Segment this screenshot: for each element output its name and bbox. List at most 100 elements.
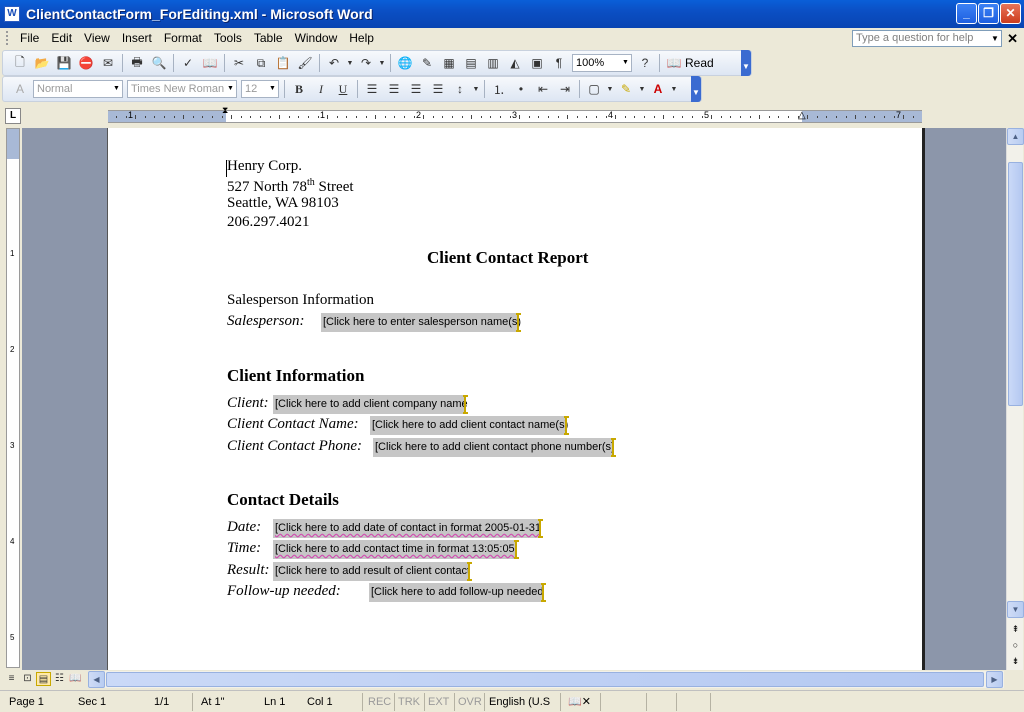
company-city[interactable]: Seattle, WA 98103 <box>227 195 339 212</box>
menu-window[interactable]: Window <box>289 28 344 48</box>
insert-excel-icon[interactable]: ▤ <box>461 53 481 73</box>
maximize-button[interactable]: ❐ <box>978 3 999 24</box>
tab-stop-selector[interactable]: L <box>5 108 21 124</box>
bullets-icon[interactable]: • <box>511 79 531 99</box>
line-spacing-icon[interactable]: ↕ <box>450 79 470 99</box>
report-title[interactable]: Client Contact Report <box>427 248 588 268</box>
reading-layout-view-icon[interactable]: 📖 <box>68 672 83 686</box>
font-color-icon[interactable]: A <box>648 79 668 99</box>
open-folder-icon[interactable]: 📂 <box>32 53 52 73</box>
details-section-heading[interactable]: Contact Details <box>227 490 339 510</box>
status-at[interactable]: At 1" <box>201 694 224 710</box>
print-icon[interactable]: 🖶 <box>127 53 147 73</box>
menu-format[interactable]: Format <box>158 28 208 48</box>
tables-borders-icon[interactable]: ✎ <box>417 53 437 73</box>
undo-dropdown-icon[interactable]: ▼ <box>346 53 354 73</box>
justify-icon[interactable]: ☰ <box>428 79 448 99</box>
scroll-up-icon[interactable]: ▲ <box>1007 128 1024 145</box>
company-phone[interactable]: 206.297.4021 <box>227 214 310 231</box>
read-book-icon[interactable]: 📖 <box>664 53 684 73</box>
horizontal-ruler[interactable]: 1 1 2 3 4 5 7 ⧗ △ <box>108 105 922 123</box>
menu-table[interactable]: Table <box>248 28 289 48</box>
status-trk[interactable]: TRK <box>398 694 420 710</box>
menu-grip[interactable] <box>6 31 10 45</box>
status-line[interactable]: Ln 1 <box>264 694 285 710</box>
right-indent-marker[interactable]: △ <box>798 110 806 121</box>
zoom-select[interactable]: 100% ▼ <box>572 54 632 72</box>
print-layout-view-icon[interactable]: ▤ <box>36 672 51 686</box>
status-section[interactable]: Sec 1 <box>78 694 106 710</box>
company-address[interactable]: 527 North 78th Street <box>227 177 354 196</box>
toolbar-options-icon[interactable]: ▼ <box>691 76 701 102</box>
redo-dropdown-icon[interactable]: ▼ <box>378 53 386 73</box>
align-right-icon[interactable]: ☰ <box>406 79 426 99</box>
contact-result-field[interactable]: [Click here to add result of client cont… <box>273 562 472 581</box>
italic-button[interactable]: I <box>311 79 331 99</box>
close-button[interactable]: ✕ <box>1000 3 1021 24</box>
increase-indent-icon[interactable]: ⇥ <box>555 79 575 99</box>
hyperlink-icon[interactable]: 🌐 <box>395 53 415 73</box>
vertical-scroll-thumb[interactable] <box>1008 162 1023 406</box>
line-spacing-dropdown-icon[interactable]: ▼ <box>472 79 480 99</box>
menu-edit[interactable]: Edit <box>45 28 78 48</box>
horizontal-scrollbar[interactable]: ◀ ▶ <box>88 671 1004 688</box>
chevron-down-icon[interactable]: ▼ <box>620 55 631 71</box>
research-icon[interactable]: 📖 <box>200 53 220 73</box>
insert-table-icon[interactable]: ▦ <box>439 53 459 73</box>
word-app-icon[interactable]: W <box>4 6 20 22</box>
followup-field[interactable]: [Click here to add follow-up needed <box>369 583 546 602</box>
spelling-icon[interactable]: ✓ <box>178 53 198 73</box>
align-center-icon[interactable]: ☰ <box>384 79 404 99</box>
minimize-button[interactable]: _ <box>956 3 977 24</box>
help-icon[interactable]: ? <box>635 53 655 73</box>
first-line-indent-marker[interactable]: ⧗ <box>222 105 228 116</box>
highlight-dropdown-icon[interactable]: ▼ <box>638 79 646 99</box>
scroll-right-icon[interactable]: ▶ <box>986 671 1003 688</box>
undo-icon[interactable]: ↶ <box>324 53 344 73</box>
underline-button[interactable]: U <box>333 79 353 99</box>
borders-icon[interactable]: ▢ <box>584 79 604 99</box>
status-page[interactable]: Page 1 <box>9 694 44 710</box>
scroll-left-icon[interactable]: ◀ <box>88 671 105 688</box>
menu-help[interactable]: Help <box>343 28 380 48</box>
redo-icon[interactable]: ↷ <box>356 53 376 73</box>
scroll-down-icon[interactable]: ▼ <box>1007 601 1024 618</box>
copy-icon[interactable]: ⧉ <box>251 53 271 73</box>
status-column[interactable]: Col 1 <box>307 694 333 710</box>
bold-button[interactable]: B <box>289 79 309 99</box>
spelling-status-icon[interactable]: 📖✕ <box>568 694 591 710</box>
email-icon[interactable]: ✉ <box>98 53 118 73</box>
status-ext[interactable]: EXT <box>428 694 449 710</box>
horizontal-scroll-thumb[interactable] <box>106 672 984 687</box>
company-name[interactable]: Henry Corp. <box>227 158 302 175</box>
paste-icon[interactable]: 📋 <box>273 53 293 73</box>
contact-date-field[interactable]: [Click here to add date of contact in fo… <box>273 519 543 538</box>
drawing-icon[interactable]: ◭ <box>505 53 525 73</box>
select-browse-object-icon[interactable]: ○ <box>1007 638 1024 652</box>
permission-icon[interactable]: ⛔ <box>76 53 96 73</box>
chevron-down-icon[interactable]: ▼ <box>225 81 236 97</box>
save-icon[interactable]: 💾 <box>54 53 74 73</box>
client-section-heading[interactable]: Client Information <box>227 366 364 386</box>
document-close-button[interactable]: ✕ <box>1007 31 1018 47</box>
toolbar-options-icon[interactable]: ▼ <box>741 50 751 76</box>
chevron-down-icon[interactable]: ▼ <box>267 81 278 97</box>
menu-file[interactable]: File <box>14 28 45 48</box>
help-search-input[interactable]: Type a question for help ▼ <box>852 30 1002 47</box>
status-ovr[interactable]: OVR <box>458 694 482 710</box>
contact-time-field[interactable]: [Click here to add contact time in forma… <box>273 540 519 559</box>
cut-icon[interactable]: ✂ <box>229 53 249 73</box>
vertical-scrollbar[interactable]: ▲ ▼ ⇞ ○ ⇟ <box>1006 128 1024 670</box>
styles-icon[interactable]: A <box>10 79 30 99</box>
columns-icon[interactable]: ▥ <box>483 53 503 73</box>
chevron-down-icon[interactable]: ▼ <box>111 81 122 97</box>
menu-view[interactable]: View <box>78 28 116 48</box>
borders-dropdown-icon[interactable]: ▼ <box>606 79 614 99</box>
client-company-field[interactable]: [Click here to add client company name <box>273 395 468 414</box>
font-select[interactable]: Times New Roman ▼ <box>127 80 237 98</box>
contact-name-field[interactable]: [Click here to add client contact name(s… <box>370 416 569 435</box>
status-rec[interactable]: REC <box>368 694 391 710</box>
format-painter-icon[interactable]: 🖌 <box>295 53 315 73</box>
outline-view-icon[interactable]: ☷ <box>52 672 67 686</box>
vertical-ruler[interactable]: 1 2 3 4 5 <box>6 128 20 668</box>
